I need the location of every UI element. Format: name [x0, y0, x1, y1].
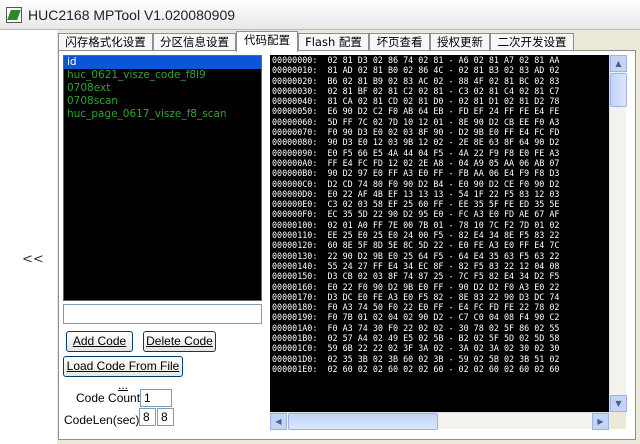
hex-row: 000001B0: 02 57 A4 02 49 E5 02 5B - B2 0…: [272, 333, 560, 344]
hex-row: 000001E0: 02 60 02 02 60 02 02 60 - 02 0…: [272, 363, 560, 374]
add-code-button[interactable]: Add Code: [66, 331, 133, 352]
hex-row: 00000080: 90 D3 E0 12 03 9B 12 02 - 2E 8…: [272, 137, 560, 148]
hex-row: 00000030: 02 81 BF 02 81 C2 02 81 - C3 0…: [272, 85, 560, 96]
hex-row: 00000120: 60 8E 5F 8D 5E 8C 5D 22 - E0 F…: [272, 240, 560, 251]
app-icon: [6, 7, 22, 23]
hex-row: 00000020: B6 02 81 B9 02 83 AC 02 - 88 4…: [272, 75, 560, 86]
scroll-up-icon[interactable]: ▲: [610, 55, 627, 72]
list-item[interactable]: id: [64, 56, 261, 69]
load-code-button[interactable]: Load Code From File ...: [63, 356, 183, 392]
scroll-thumb[interactable]: [610, 73, 627, 107]
hex-row: 00000100: 02 01 A0 FF 7E 00 7B 01 - 78 1…: [272, 219, 560, 230]
left-strip: <<: [0, 30, 57, 444]
tab-code-config[interactable]: 代码配置: [236, 31, 298, 52]
scroll-down-icon[interactable]: ▼: [610, 395, 627, 412]
scroll-thumb[interactable]: [288, 413, 438, 430]
code-len-field-1[interactable]: 8: [139, 408, 156, 426]
hex-row: 00000180: F0 A3 74 50 F0 22 E0 FF - E4 F…: [272, 302, 560, 313]
hex-row: 00000170: D3 DC E0 FE A3 E0 F5 82 - 8E 8…: [272, 291, 560, 302]
hex-row: 00000070: F0 90 D3 E0 02 03 8F 90 - D2 9…: [272, 127, 560, 138]
tab-partition-info[interactable]: 分区信息设置: [153, 33, 236, 51]
list-item[interactable]: huc_0621_visze_code_f8l9: [64, 69, 261, 82]
tab-bad-page[interactable]: 坏页查看: [369, 33, 430, 51]
hex-row: 000000E0: C3 02 03 58 EF 25 60 FF - EE 3…: [272, 199, 560, 210]
hex-dump-view[interactable]: 00000000: 02 81 D3 02 86 74 02 81 - A6 0…: [270, 55, 609, 412]
hex-row: 00000010: 81 AD 02 81 B0 02 86 4C - 02 8…: [272, 65, 560, 76]
hex-row: 00000000: 02 81 D3 02 86 74 02 81 - A6 0…: [272, 55, 560, 65]
scroll-right-icon[interactable]: ▶: [592, 413, 609, 430]
list-item[interactable]: huc_page_0617_visze_f8_scan: [64, 108, 261, 121]
hex-row: 00000090: E0 F5 66 E5 4A 44 04 F5 - 4A 2…: [272, 147, 560, 158]
scroll-left-icon[interactable]: ◀: [270, 413, 287, 430]
code-name-input[interactable]: [63, 304, 262, 324]
list-item[interactable]: 0708scan: [64, 95, 261, 108]
hex-row: 00000150: D3 CB 02 03 8F 74 87 25 - 7C F…: [272, 271, 560, 282]
code-count-field[interactable]: 1: [140, 389, 172, 407]
hex-horizontal-scrollbar[interactable]: ◀ ▶: [270, 412, 609, 430]
hex-row: 00000050: E6 90 D2 C2 F0 AB 64 EB - FD E…: [272, 106, 560, 117]
code-list[interactable]: id huc_0621_visze_code_f8l9 0708ext 0708…: [63, 55, 262, 301]
tab-flash-format[interactable]: 闪存格式化设置: [58, 33, 153, 51]
delete-code-label: Delete Code: [146, 334, 213, 348]
code-len-field-2[interactable]: 8: [157, 408, 174, 426]
hex-row: 000001A0: F0 A3 74 30 F0 22 02 02 - 30 7…: [272, 322, 560, 333]
hex-row: 00000160: E0 22 F0 90 D2 9B E0 FF - 90 D…: [272, 281, 560, 292]
code-count-label: Code Count: [76, 391, 141, 405]
hex-row: 00000140: 55 24 27 FF E4 34 EC 8F - 82 F…: [272, 260, 560, 271]
collapse-button[interactable]: <<: [22, 252, 44, 267]
tab-secondary-dev[interactable]: 二次开发设置: [490, 33, 574, 51]
hex-row: 000000F0: EC 35 5D 22 90 D2 95 E0 - FC A…: [272, 209, 560, 220]
hex-row: 00000060: 5D FF 7C 02 7D 10 12 01 - 8E 9…: [272, 116, 560, 127]
hex-row: 000001D0: 02 35 3B 02 3B 60 02 3B - 59 0…: [272, 353, 560, 364]
hex-row: 00000040: 81 CA 02 81 CD 02 81 D0 - 02 8…: [272, 96, 560, 107]
window-title: HUC2168 MPTool V1.020080909: [28, 7, 236, 23]
delete-code-button[interactable]: Delete Code: [143, 331, 216, 352]
code-len-label: CodeLen(sec): [64, 413, 140, 427]
hex-vertical-scrollbar[interactable]: ▲ ▼: [609, 55, 627, 412]
tab-flash-config[interactable]: Flash 配置: [298, 33, 369, 51]
list-item[interactable]: 0708ext: [64, 82, 261, 95]
hex-row: 000000A0: FF E4 FC FD 12 02 2E A8 - 04 A…: [272, 157, 560, 168]
hex-row: 00000130: 22 90 D2 9B E0 25 64 F5 - 64 E…: [272, 250, 560, 261]
title-bar: HUC2168 MPTool V1.020080909: [0, 0, 640, 30]
tab-license-update[interactable]: 授权更新: [430, 33, 490, 51]
hex-row: 000001C0: 59 6B 22 22 02 3F 3A 02 - 3A 0…: [272, 343, 560, 354]
add-code-label: Add Code: [72, 334, 127, 348]
hex-row: 000000B0: 90 D2 97 E0 FF A3 E0 FF - FB A…: [272, 168, 560, 179]
hex-row: 00000110: EE 25 E0 25 E0 24 00 F5 - 82 E…: [272, 230, 560, 241]
hex-row: 00000190: F0 7B 01 02 04 02 90 D2 - C7 C…: [272, 312, 560, 323]
hex-row: 000000D0: E0 22 AF 4B EF 13 13 13 - 54 1…: [272, 188, 560, 199]
hex-row: 000000C0: D2 CD 74 80 F0 90 D2 B4 - E0 9…: [272, 178, 560, 189]
scrollbar-corner: [609, 412, 626, 429]
